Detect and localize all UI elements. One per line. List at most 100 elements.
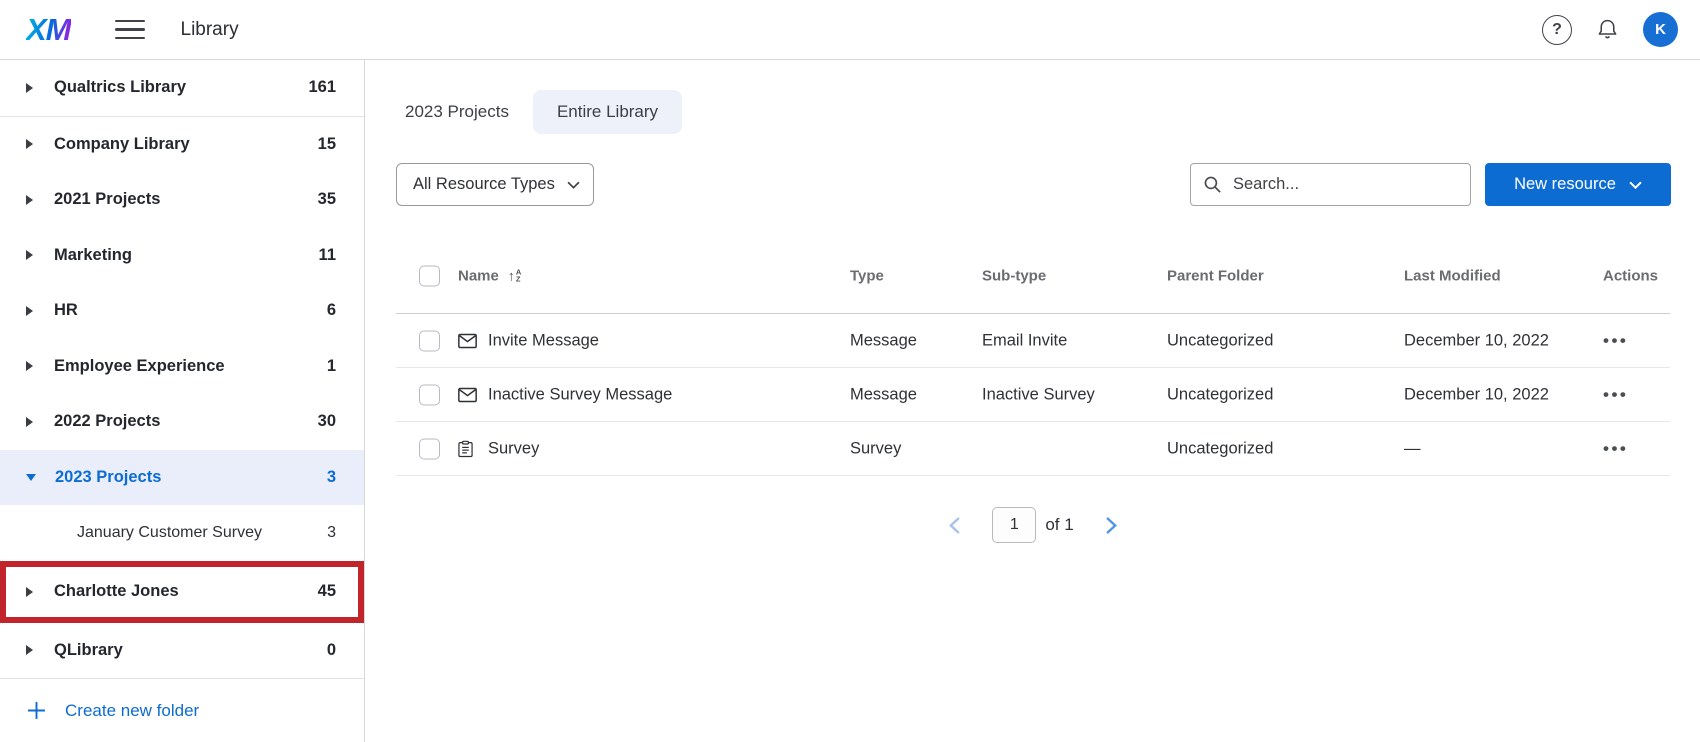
sidebar-folder-item[interactable]: Employee Experience 1 [0,339,364,395]
app-window: XM Library ? K Qualtrics Library 161 Com… [0,0,1700,742]
sidebar-folder-item[interactable]: 2021 Projects 35 [0,172,364,228]
top-bar: XM Library ? K [0,0,1700,60]
caret-icon[interactable] [26,139,33,149]
sidebar-folder-item[interactable]: Charlotte Jones 45 [0,561,364,623]
cell-type: Message [850,331,917,350]
caret-icon[interactable] [26,645,33,655]
topbar-actions: ? K [1542,12,1678,47]
cell-type: Message [850,385,917,404]
chevron-down-icon [1629,181,1642,189]
caret-icon[interactable] [26,195,33,205]
search-icon [1203,175,1222,194]
row-actions-button[interactable]: ••• [1603,385,1628,404]
sidebar-folder-item[interactable]: Qualtrics Library 161 [0,60,364,116]
chevron-down-icon [567,181,580,189]
page-count-label: of 1 [1045,515,1073,535]
row-actions-button[interactable]: ••• [1603,331,1628,350]
envelope-icon [458,387,477,402]
sidebar-folder-item[interactable]: Marketing 11 [0,228,364,284]
sidebar-folder-item[interactable]: 2022 Projects 30 [0,394,364,450]
folder-label: QLibrary [54,641,327,660]
table-row[interactable]: Invite Message Message Email Invite Unca… [396,314,1670,368]
select-all-checkbox[interactable] [419,265,440,286]
sort-az-icon[interactable]: ↑ A Z [508,268,521,283]
library-content: 2023 Projects Entire Library All Resourc… [365,60,1700,742]
caret-icon[interactable] [26,474,36,481]
cell-last-modified: — [1404,439,1421,458]
hamburger-menu-icon[interactable] [115,20,145,40]
folder-label: 2021 Projects [54,190,318,209]
folder-label: Employee Experience [54,357,327,376]
table-row[interactable]: Survey Survey Uncategorized — ••• [396,422,1670,476]
cell-last-modified: December 10, 2022 [1404,385,1549,404]
help-icon[interactable]: ? [1542,15,1572,45]
notifications-bell-icon[interactable] [1596,18,1619,41]
pagination: of 1 [396,507,1670,543]
new-resource-label: New resource [1514,175,1616,194]
table-body: Invite Message Message Email Invite Unca… [396,314,1670,476]
tab-entire-library[interactable]: Entire Library [533,90,682,134]
user-avatar[interactable]: K [1643,12,1678,47]
caret-icon[interactable] [26,306,33,316]
folder-label: HR [54,301,327,320]
folder-count: 30 [318,412,336,431]
cell-parent-folder: Uncategorized [1167,439,1273,458]
folder-count: 0 [327,641,336,660]
column-header-subtype: Sub-type [982,267,1046,284]
page-number-input[interactable] [992,507,1036,543]
folder-label: 2023 Projects [55,468,327,487]
row-checkbox[interactable] [419,384,440,405]
new-resource-button[interactable]: New resource [1485,163,1671,206]
create-new-folder-button[interactable]: Create new folder [0,678,364,742]
row-checkbox[interactable] [419,438,440,459]
caret-icon[interactable] [26,417,33,427]
resource-type-filter[interactable]: All Resource Types [396,163,594,206]
folder-count: 1 [327,357,336,376]
cell-type: Survey [850,439,901,458]
previous-page-icon[interactable] [945,513,964,538]
sidebar-folder-item[interactable]: January Customer Survey 3 [0,505,364,561]
sidebar-folder-list: Qualtrics Library 161 Company Library 15… [0,60,364,678]
column-header-type: Type [850,267,884,284]
sidebar-folder-item[interactable]: QLibrary 0 [0,623,364,679]
resource-name[interactable]: Invite Message [488,331,599,350]
search-box [1190,163,1471,206]
cell-subtype: Email Invite [982,331,1067,350]
caret-icon[interactable] [26,83,33,93]
tab-2023-projects[interactable]: 2023 Projects [395,90,519,134]
folder-count: 15 [318,135,336,154]
column-header-actions: Actions [1603,267,1658,284]
clipboard-icon [458,440,473,457]
cell-last-modified: December 10, 2022 [1404,331,1549,350]
table-row[interactable]: Inactive Survey Message Message Inactive… [396,368,1670,422]
row-actions-button[interactable]: ••• [1603,439,1628,458]
folder-label: 2022 Projects [54,412,318,431]
column-header-name[interactable]: Name [458,267,499,284]
row-checkbox[interactable] [419,330,440,351]
sidebar-folder-item[interactable]: 2023 Projects 3 [0,450,364,506]
caret-icon[interactable] [26,587,33,597]
folder-label: Marketing [54,246,319,265]
caret-icon[interactable] [26,250,33,260]
sidebar-folder-item[interactable]: Company Library 15 [0,117,364,173]
column-header-last-modified: Last Modified [1404,267,1501,284]
resource-name[interactable]: Inactive Survey Message [488,385,672,404]
search-input[interactable] [1233,175,1458,194]
folder-label: Company Library [54,135,318,154]
folder-count: 3 [327,468,336,487]
folder-count: 6 [327,301,336,320]
resource-name[interactable]: Survey [488,439,539,458]
cell-parent-folder: Uncategorized [1167,331,1273,350]
resource-type-filter-label: All Resource Types [413,175,555,194]
plus-icon [27,701,46,720]
folder-count: 11 [319,246,336,265]
caret-icon[interactable] [26,361,33,371]
next-page-icon[interactable] [1102,513,1121,538]
folder-count: 45 [318,582,336,601]
envelope-icon [458,333,477,348]
xm-logo: XM [26,12,71,48]
sidebar-folder-item[interactable]: HR 6 [0,283,364,339]
cell-parent-folder: Uncategorized [1167,385,1273,404]
folder-count: 35 [318,190,336,209]
folder-label: Charlotte Jones [54,582,318,601]
